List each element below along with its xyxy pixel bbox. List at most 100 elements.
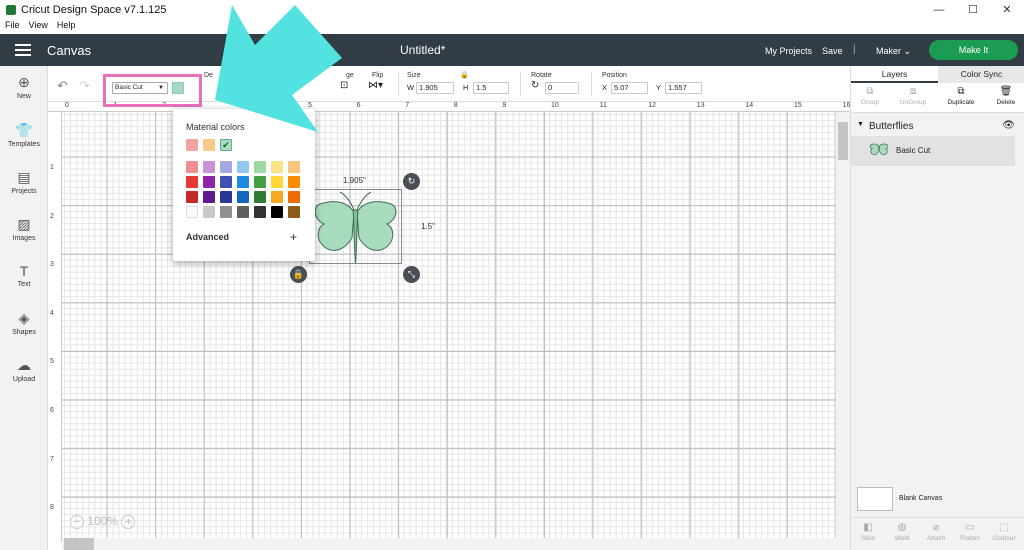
palette-color-swatch[interactable] xyxy=(186,176,198,188)
redo-icon[interactable]: ↷ xyxy=(79,78,90,94)
palette-color-swatch[interactable] xyxy=(203,161,215,173)
deselect-label: De xyxy=(204,72,213,79)
action-label: Attach xyxy=(926,535,946,542)
recent-color-swatch[interactable] xyxy=(186,139,198,151)
advanced-toggle[interactable]: Advanced xyxy=(186,232,229,242)
palette-color-swatch[interactable] xyxy=(220,206,232,218)
palette-color-swatch[interactable] xyxy=(220,191,232,203)
expand-plus-icon[interactable]: + xyxy=(290,230,297,244)
position-x-input[interactable]: 5.07 xyxy=(611,82,648,94)
tab-layers[interactable]: Layers xyxy=(851,66,938,83)
sidebar-item-text[interactable]: T Text xyxy=(0,263,48,288)
contour-button[interactable]: ⬚ Contour xyxy=(987,522,1021,542)
palette-color-swatch[interactable] xyxy=(237,176,249,188)
palette-color-swatch[interactable] xyxy=(271,161,283,173)
undo-icon[interactable]: ↶ xyxy=(57,78,68,94)
lock-handle-icon[interactable]: 🔒 xyxy=(290,266,307,283)
palette-color-swatch[interactable] xyxy=(186,206,198,218)
palette-color-swatch[interactable] xyxy=(254,206,266,218)
sidebar-item-new[interactable]: ⊕ New xyxy=(0,74,48,100)
lock-aspect-icon[interactable]: 🔒 xyxy=(460,71,469,79)
caret-down-icon[interactable]: ▼ xyxy=(857,121,864,128)
sidebar-item-templates[interactable]: 👕 Templates xyxy=(0,122,48,148)
duplicate-button[interactable]: ⧉ Duplicate xyxy=(942,86,980,106)
maximize-button[interactable]: ☐ xyxy=(956,0,990,20)
palette-color-swatch[interactable] xyxy=(254,161,266,173)
layer-group-row[interactable]: ▼ Butterflies 👁 xyxy=(851,119,1024,135)
width-input[interactable]: 1.905 xyxy=(416,82,454,94)
weld-button[interactable]: ◍ Weld xyxy=(885,522,919,542)
palette-color-swatch[interactable] xyxy=(271,206,283,218)
visibility-eye-icon[interactable]: 👁 xyxy=(1002,120,1015,131)
scrollbar-thumb[interactable] xyxy=(64,538,94,550)
arrange-label: ge xyxy=(346,72,354,79)
y-prefix: Y xyxy=(656,83,662,92)
palette-color-swatch[interactable] xyxy=(220,161,232,173)
scrollbar-thumb[interactable] xyxy=(838,122,848,160)
horizontal-scrollbar[interactable] xyxy=(62,538,836,550)
palette-color-swatch[interactable] xyxy=(203,206,215,218)
menu-view[interactable]: View xyxy=(29,20,48,34)
selected-image-bounding-box[interactable] xyxy=(309,189,402,265)
palette-color-swatch[interactable] xyxy=(186,161,198,173)
machine-selector[interactable]: Maker ⌄ xyxy=(876,46,911,57)
resize-handle-icon[interactable]: ⤡ xyxy=(403,266,420,283)
zoom-in-button[interactable]: + xyxy=(121,514,136,529)
butterfly-image[interactable] xyxy=(310,190,401,265)
palette-color-swatch[interactable] xyxy=(288,176,300,188)
menu-file[interactable]: File xyxy=(5,20,20,34)
sidebar-item-projects[interactable]: ▤ Projects xyxy=(0,169,48,195)
palette-color-swatch[interactable] xyxy=(203,191,215,203)
palette-color-swatch[interactable] xyxy=(203,176,215,188)
sidebar-item-upload[interactable]: ☁ Upload xyxy=(0,357,48,383)
panel-tabs: Layers Color Sync xyxy=(851,66,1024,83)
flip-icon[interactable]: ⋈▾ xyxy=(368,80,383,91)
palette-color-swatch[interactable] xyxy=(288,161,300,173)
ruler-tick-label: 14 xyxy=(745,102,754,109)
menu-help[interactable]: Help xyxy=(57,20,76,34)
zoom-level: 100% xyxy=(87,514,119,528)
position-y-input[interactable]: 1.557 xyxy=(665,82,702,94)
sidebar-item-label: New xyxy=(16,93,31,100)
make-it-button[interactable]: Make It xyxy=(929,40,1018,60)
ungroup-button[interactable]: ⧈ UnGroup xyxy=(894,86,932,106)
palette-color-swatch[interactable] xyxy=(271,176,283,188)
palette-color-swatch[interactable] xyxy=(237,206,249,218)
action-label: Group xyxy=(860,99,880,106)
palette-color-swatch[interactable] xyxy=(254,176,266,188)
arrange-icon[interactable]: ⊡ xyxy=(340,80,348,91)
tab-color-sync[interactable]: Color Sync xyxy=(938,66,1024,83)
height-input[interactable]: 1.5 xyxy=(473,82,509,94)
rotate-input[interactable]: 0 xyxy=(545,82,579,94)
layer-row[interactable]: Basic Cut xyxy=(851,136,1015,166)
save-button[interactable]: Save xyxy=(822,46,843,56)
sidebar-item-shapes[interactable]: ◈ Shapes xyxy=(0,310,48,336)
palette-color-swatch[interactable] xyxy=(237,161,249,173)
flatten-button[interactable]: ▭ Flatten xyxy=(953,522,987,542)
attach-button[interactable]: ⌀ Attach xyxy=(919,522,953,542)
recent-color-swatch[interactable]: ✔ xyxy=(220,139,232,151)
blank-canvas-swatch[interactable] xyxy=(857,487,893,511)
vertical-scrollbar[interactable] xyxy=(836,112,850,550)
palette-color-swatch[interactable] xyxy=(220,176,232,188)
recent-color-swatch[interactable] xyxy=(203,139,215,151)
palette-color-swatch[interactable] xyxy=(254,191,266,203)
my-projects-link[interactable]: My Projects xyxy=(765,46,812,56)
palette-color-swatch[interactable] xyxy=(288,206,300,218)
sidebar-item-images[interactable]: ▨ Images xyxy=(0,216,48,242)
palette-color-swatch[interactable] xyxy=(237,191,249,203)
palette-color-swatch[interactable] xyxy=(186,191,198,203)
slice-button[interactable]: ◧ Slice xyxy=(851,522,885,542)
zoom-out-button[interactable]: − xyxy=(70,514,84,529)
close-window-button[interactable]: ✕ xyxy=(990,0,1024,20)
toolbar-divider xyxy=(520,72,521,96)
group-button[interactable]: ⧉ Group xyxy=(851,86,889,106)
rotate-handle-icon[interactable]: ↻ xyxy=(403,173,420,190)
minimize-button[interactable]: — xyxy=(922,0,956,20)
palette-color-swatch[interactable] xyxy=(288,191,300,203)
delete-button[interactable]: 🗑 Delete xyxy=(987,86,1024,106)
palette-color-swatch[interactable] xyxy=(271,191,283,203)
ruler-tick-label: 6 xyxy=(50,407,54,414)
x-prefix: X xyxy=(602,83,608,92)
hamburger-menu-icon[interactable] xyxy=(0,44,46,56)
